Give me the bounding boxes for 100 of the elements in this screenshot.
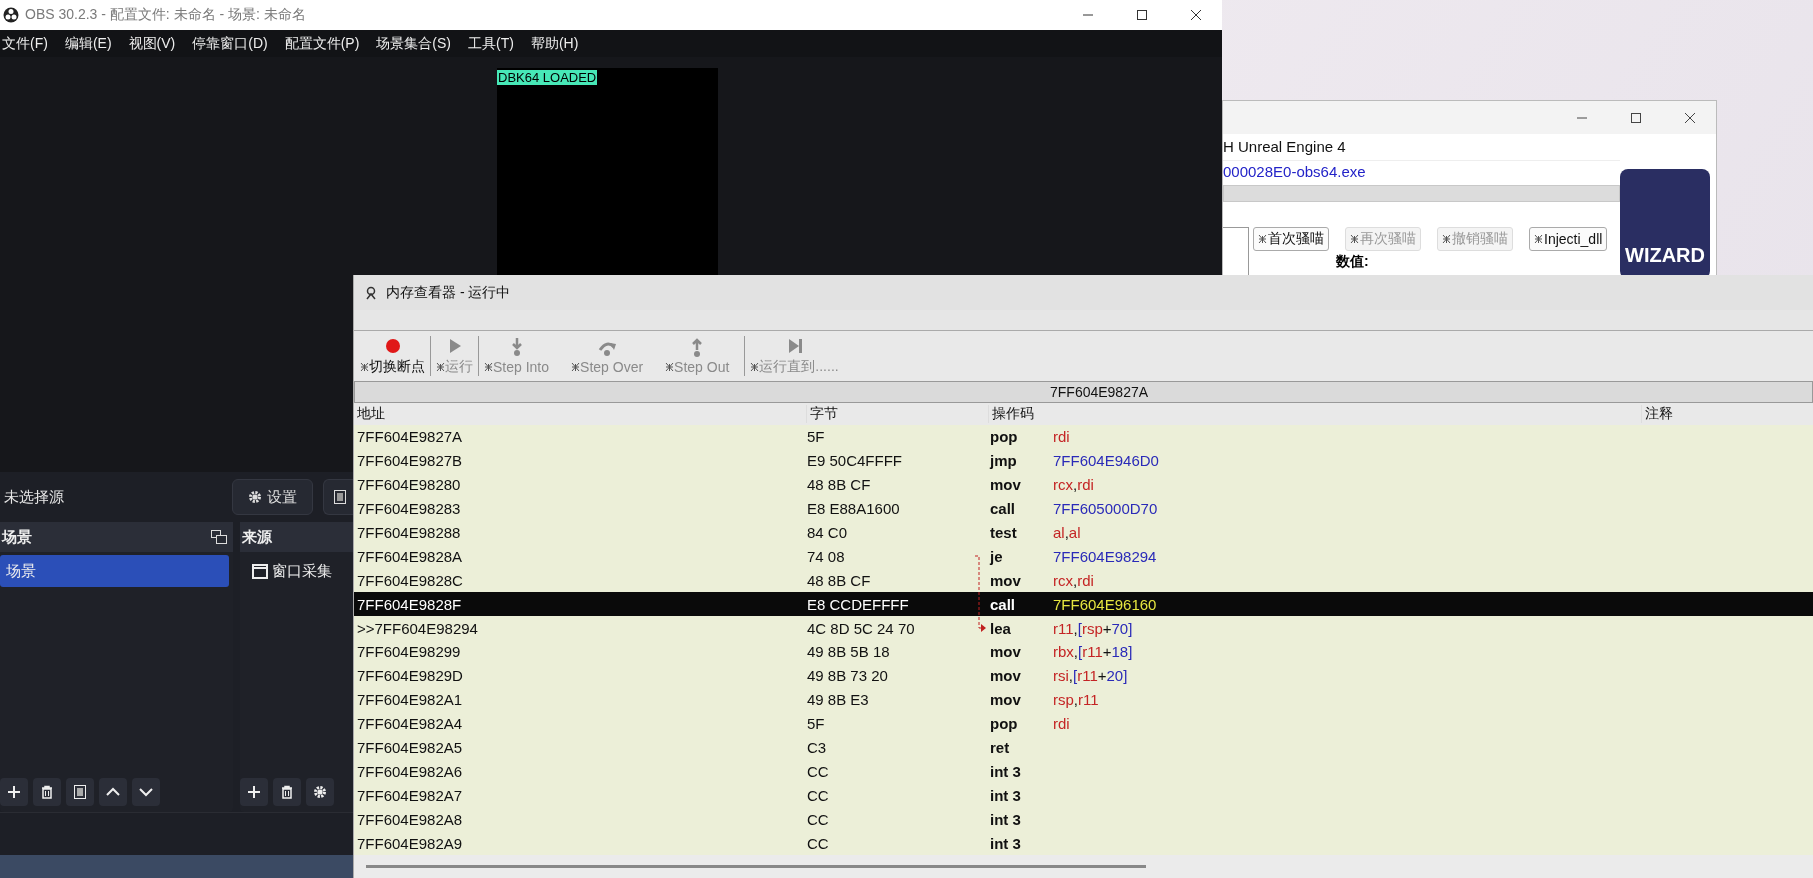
- table-cell: rcx,rdi: [1053, 571, 1094, 589]
- close-icon[interactable]: [1190, 9, 1202, 21]
- process-name: 000028E0-obs64.exe: [1223, 162, 1367, 182]
- table-cell: 7FF604E946D0: [1053, 452, 1159, 470]
- app-logo-icon: [3, 7, 19, 23]
- table-cell-text: 4C 8D 5C 24 70: [807, 619, 916, 637]
- undock-icon[interactable]: [211, 530, 227, 544]
- table-cell-text: 49 8B 5B 18: [807, 643, 891, 661]
- table-row[interactable]: 7FF604E9828C 48 8B CF mov rcx,rdi: [354, 568, 1813, 593]
- filter-icon: [334, 490, 346, 504]
- list-item[interactable]: 窗口采集: [240, 555, 332, 587]
- menu-item[interactable]: 配置文件(P): [284, 34, 360, 53]
- table-cell-text: 7FF604E98280: [356, 476, 462, 494]
- table-cell-text: 7FF604E9827A: [356, 428, 464, 446]
- table-cell-text: 7FF604E98299: [356, 643, 462, 661]
- table-row[interactable]: 7FF604E982A6 CC int 3: [354, 759, 1813, 784]
- maximize-icon[interactable]: [1630, 111, 1642, 124]
- settings-button[interactable]: [306, 778, 334, 806]
- settings-icon: [313, 785, 327, 799]
- table-row[interactable]: 7FF604E98283 E8 E88A1600 call 7FF605000D70: [354, 496, 1813, 521]
- list-item[interactable]: 场景: [0, 555, 229, 587]
- sparkle-icon: [436, 362, 445, 372]
- table-row[interactable]: 7FF604E982A1 49 8B E3 mov rsp,r11: [354, 687, 1813, 712]
- filter-button[interactable]: [323, 479, 353, 515]
- table-cell-text: int 3: [990, 810, 1022, 828]
- menu-item[interactable]: 编辑(E): [64, 34, 112, 53]
- toolbar-button[interactable]: 切换断点: [358, 336, 427, 376]
- table-cell-text: 5F: [807, 428, 826, 446]
- column-header[interactable]: 操作码: [989, 405, 1642, 423]
- menu-item[interactable]: 停靠窗口(D): [192, 34, 268, 53]
- table-row[interactable]: 7FF604E982A5 C3 ret: [354, 735, 1813, 760]
- sparkle-icon: [1534, 234, 1543, 244]
- window-icon: [252, 563, 268, 579]
- table-cell-text: int 3: [990, 786, 1022, 804]
- sparkle-icon: [665, 362, 675, 372]
- table-cell-text: C3: [807, 739, 828, 756]
- menu-item[interactable]: 视图(V): [128, 34, 176, 53]
- table-cell-text: 7FF604E982A8: [356, 810, 464, 828]
- table-cell: rsi,[r11+20]: [1053, 667, 1128, 685]
- scan-button[interactable]: 首次骚喵: [1253, 227, 1329, 251]
- table-row[interactable]: 7FF604E982A8 CC int 3: [354, 807, 1813, 832]
- table-cell-text: jmp: [990, 452, 1018, 470]
- table-cell-text: 7FF604E9828C: [356, 571, 464, 589]
- table-cell-text: E8 CCDEFFFF: [807, 595, 910, 613]
- scrollbar[interactable]: [366, 865, 1146, 868]
- sparkle-icon: [1350, 234, 1359, 244]
- table-cell-text: 84 C0: [807, 524, 849, 541]
- table-row[interactable]: >>7FF604E98294 4C 8D 5C 24 70 lea r11,[rsp+70]: [354, 616, 1813, 640]
- table-cell-text: 7FF604E982A5: [356, 739, 464, 756]
- table-row[interactable]: 7FF604E98299 49 8B 5B 18 mov rbx,[r11+18]: [354, 640, 1813, 664]
- table-cell: rsp,r11: [1053, 691, 1099, 709]
- add-button[interactable]: [0, 778, 28, 806]
- table-cell-text: 48 8B CF: [807, 476, 872, 494]
- sparkle-icon: [1442, 234, 1451, 244]
- table-cell-text: 7FF604E9828A: [356, 547, 464, 565]
- table-row[interactable]: 7FF604E982A7 CC int 3: [354, 783, 1813, 808]
- table-cell-text: int 3: [990, 762, 1022, 780]
- chevron-down-icon: [139, 785, 153, 799]
- filter-button[interactable]: [66, 778, 94, 806]
- settings-button[interactable]: 设置: [232, 479, 313, 515]
- table-cell-text: 7FF604E9829D: [356, 667, 464, 685]
- maximize-icon[interactable]: [1136, 9, 1148, 21]
- table-cell: rbx,[r11+18]: [1053, 643, 1133, 661]
- window-title: OBS 30.2.3 - 配置文件: 未命名 - 场景: 未命名: [25, 6, 306, 24]
- table-row[interactable]: 7FF604E9828A 74 08 je 7FF604E98294: [354, 544, 1813, 569]
- window-title: 内存查看器 - 运行中: [386, 283, 511, 302]
- table-cell-text: je: [990, 547, 1004, 565]
- chevron-down-button[interactable]: [132, 778, 160, 806]
- column-header[interactable]: 地址: [354, 405, 807, 423]
- menu-item[interactable]: 文件(F): [2, 34, 48, 53]
- trash-button[interactable]: [33, 778, 61, 806]
- table-row[interactable]: 7FF604E9829D 49 8B 73 20 mov rsi,[r11+20]: [354, 663, 1813, 688]
- source-status: 未选择源: [4, 487, 65, 507]
- address-text: 7FF604E9827A: [1050, 384, 1149, 400]
- table-cell-text: mov: [990, 476, 1022, 494]
- close-icon[interactable]: [1684, 111, 1696, 124]
- menu-item[interactable]: 帮助(H): [530, 34, 579, 53]
- scan-button[interactable]: Injecti_dll: [1529, 227, 1608, 251]
- add-button[interactable]: [240, 778, 268, 806]
- table-row[interactable]: 7FF604E98280 48 8B CF mov rcx,rdi: [354, 472, 1813, 497]
- column-header[interactable]: 字节: [807, 405, 989, 423]
- table-row[interactable]: 7FF604E9827A 5F pop rdi: [354, 425, 1813, 449]
- table-cell-text: mov: [990, 571, 1022, 589]
- table-cell-text: 7FF604E9828F: [356, 595, 463, 613]
- menu-item[interactable]: 场景集合(S): [376, 34, 451, 53]
- column-header[interactable]: 注释: [1642, 405, 1813, 423]
- table-row[interactable]: 7FF604E982A9 CC int 3: [354, 831, 1813, 856]
- overlay-label: DBK64 LOADED: [497, 70, 598, 85]
- trash-icon: [280, 785, 294, 799]
- table-row[interactable]: 7FF604E9828F E8 CCDEFFFF call 7FF604E96160: [354, 592, 1813, 617]
- table-row[interactable]: 7FF604E982A4 5F pop rdi: [354, 711, 1813, 736]
- chevron-up-button[interactable]: [99, 778, 127, 806]
- table-cell: rdi: [1053, 715, 1070, 733]
- table-row[interactable]: 7FF604E98288 84 C0 test al,al: [354, 520, 1813, 545]
- sparkle-icon: [1258, 234, 1267, 244]
- table-cell-text: 74 08: [807, 547, 846, 565]
- table-cell-text: 7FF604E9827B: [356, 452, 464, 470]
- trash-button[interactable]: [273, 778, 301, 806]
- table-row[interactable]: 7FF604E9827B E9 50C4FFFF jmp 7FF604E946D0: [354, 448, 1813, 473]
- menu-item[interactable]: 工具(T): [468, 34, 514, 53]
